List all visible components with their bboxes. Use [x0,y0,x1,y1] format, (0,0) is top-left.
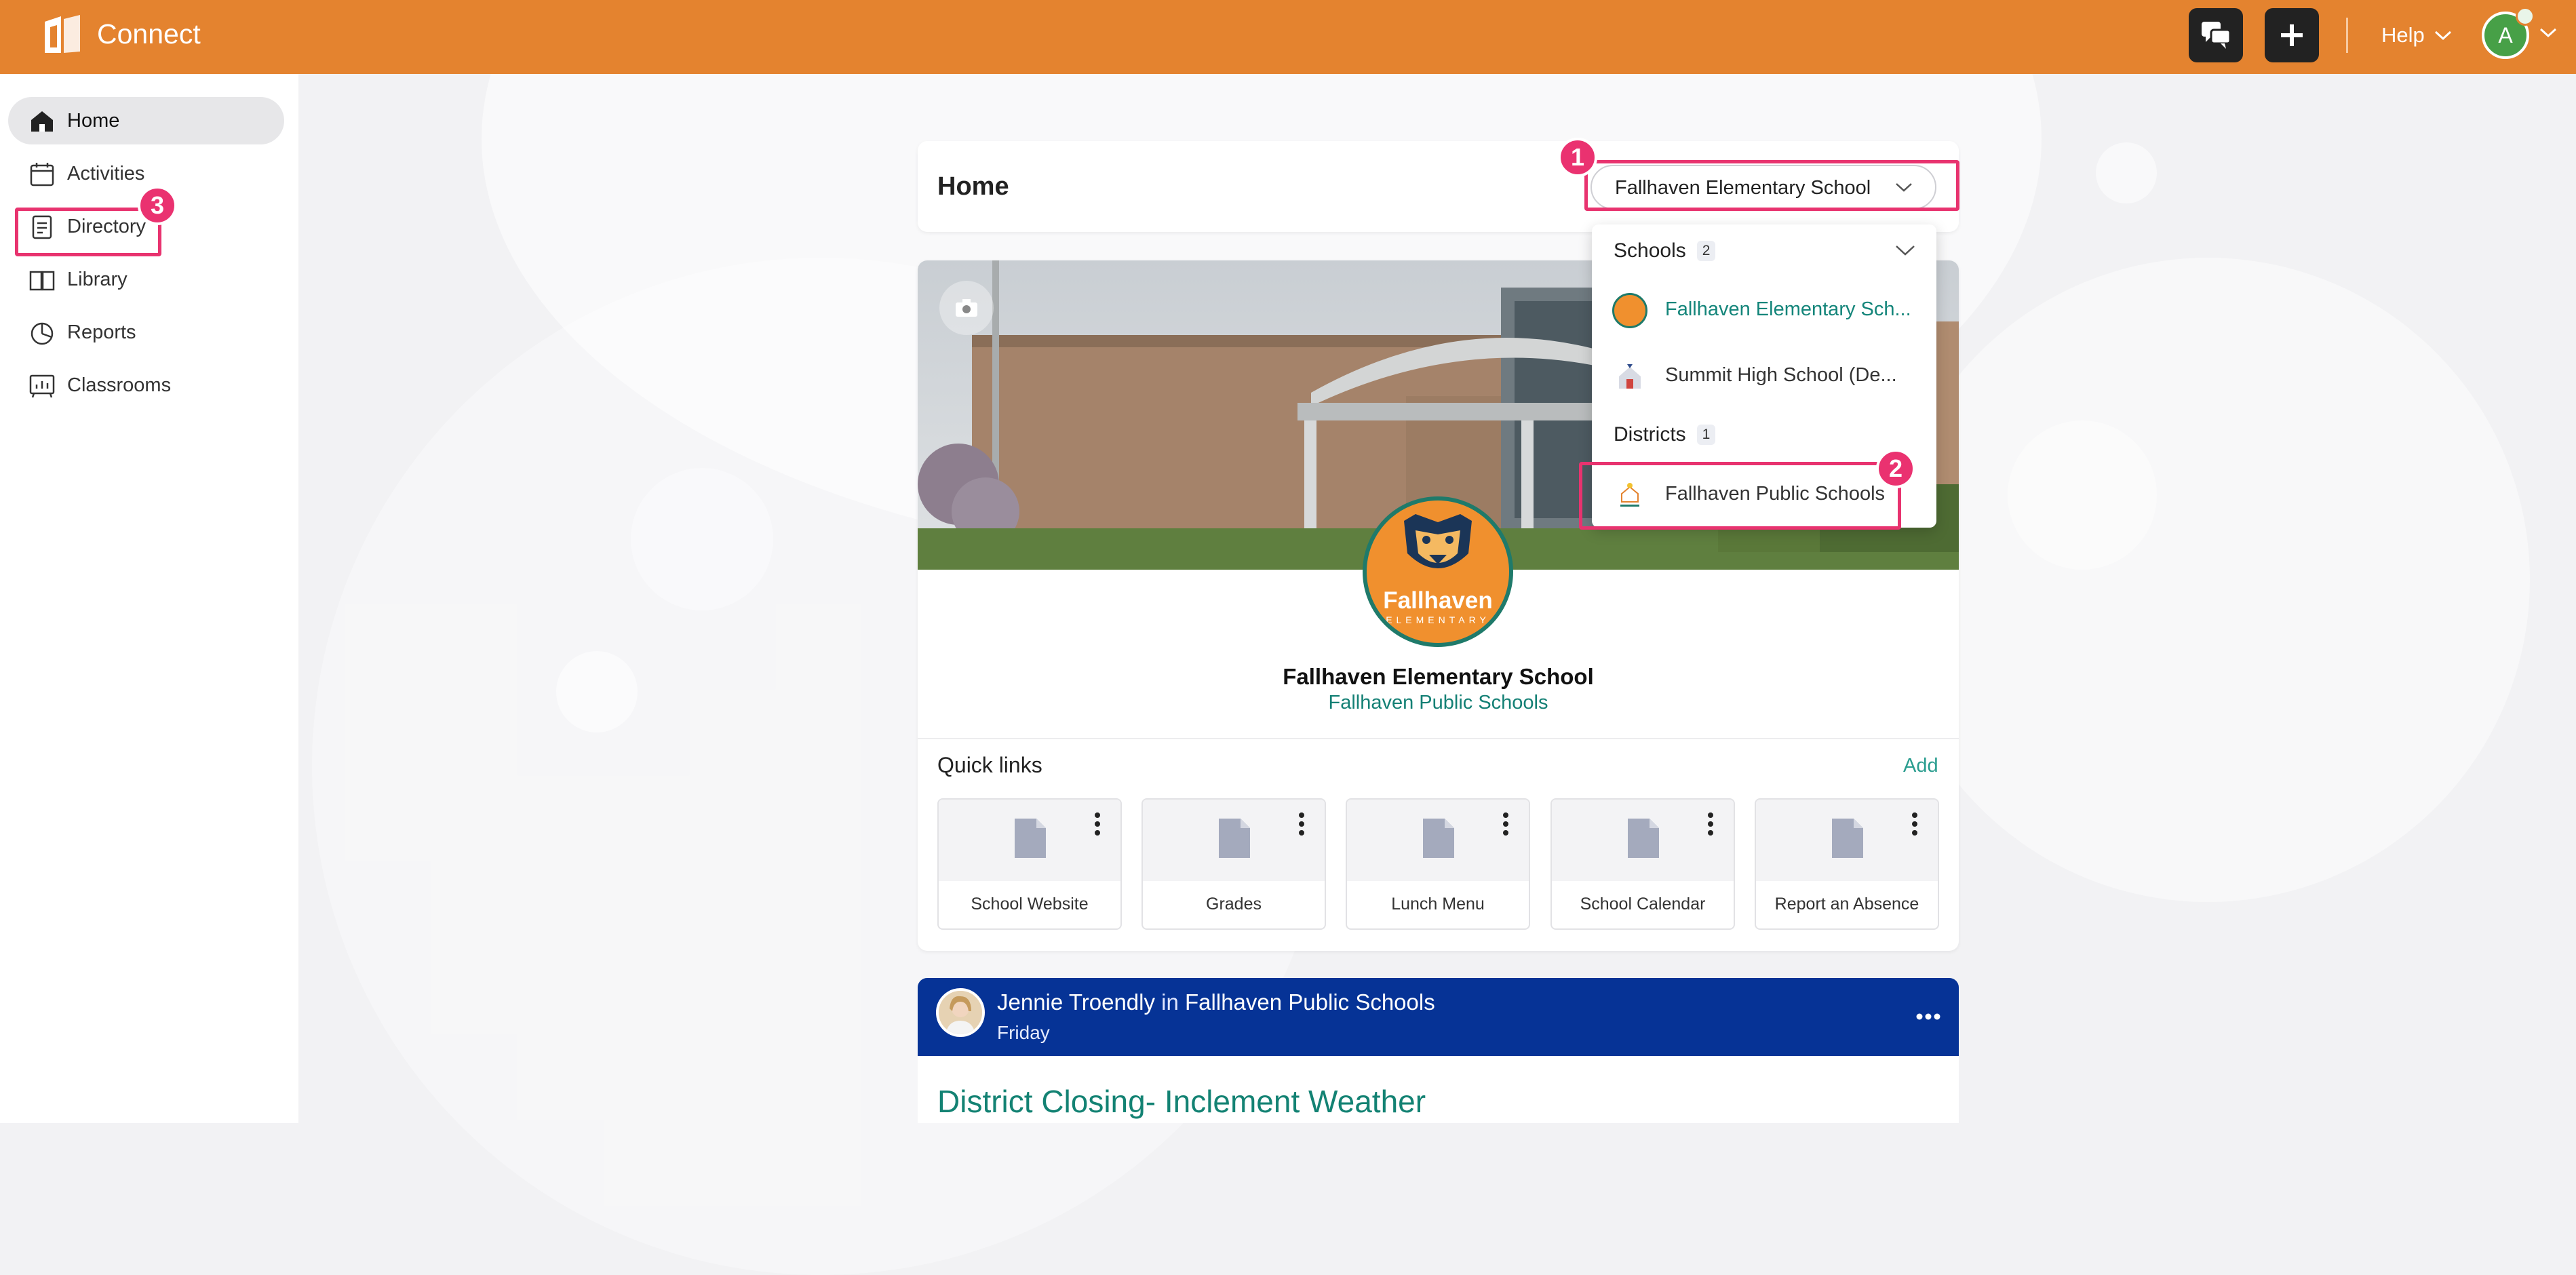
document-icon [1219,819,1250,858]
chat-bubbles-icon [2202,22,2231,49]
more-options-icon[interactable] [1916,1013,1940,1021]
schools-count: 2 [1696,241,1716,261]
school-logo: Fallhaven ELEMENTARY [1363,496,1513,647]
quick-links-title: Quick links [937,753,1042,777]
logo-school-name: Fallhaven [1383,587,1493,614]
camera-icon [956,299,977,317]
more-options-icon[interactable] [1093,812,1101,836]
add-quick-link-button[interactable]: Add [1903,753,1938,779]
top-bar: Connect Help A [0,0,2576,74]
quick-link-label: School Calendar [1580,895,1706,914]
background-circle [1886,258,2530,902]
sidebar-item-reports[interactable]: Reports [8,309,284,356]
logo-school-sub: ELEMENTARY [1386,614,1490,625]
connect-logo-icon[interactable] [41,12,84,57]
plus-icon [2281,24,2303,46]
quick-link-school-website[interactable]: School Website [937,798,1122,930]
dropdown-item-summit-high[interactable]: Summit High School (De... [1592,344,1936,406]
sidebar-item-classrooms[interactable]: Classrooms [8,361,284,409]
post-author-line: Jennie Troendly in Fallhaven Public Scho… [997,989,1435,1016]
background-circle [2096,142,2157,203]
help-menu[interactable]: Help [2381,20,2452,50]
cougar-mascot-icon [1404,514,1472,568]
pie-chart-icon [31,322,54,345]
add-button[interactable] [2265,8,2319,62]
districts-count: 1 [1696,425,1716,445]
dropdown-item-fallhaven-elementary[interactable]: Fallhaven Elementary Sch... [1592,278,1936,340]
calendar-icon [30,163,54,187]
schools-section-header[interactable]: Schools 2 [1614,238,1716,264]
districts-label: Districts [1614,423,1686,446]
quick-link-label: Grades [1206,895,1262,914]
district-link[interactable]: Fallhaven Public Schools [918,690,1959,715]
summit-high-logo-icon [1619,364,1641,389]
dropdown-item-label: Fallhaven Elementary Sch... [1665,298,1911,320]
app-name[interactable]: Connect [97,16,201,52]
step-badge-3: 3 [138,186,177,225]
districts-section-header: Districts 1 [1614,422,1716,448]
chat-button[interactable] [2189,8,2243,62]
highlight-box-district-item [1579,462,1901,530]
sidebar-item-home[interactable]: Home [8,97,284,144]
schools-label: Schools [1614,239,1686,262]
more-options-icon[interactable] [1502,812,1510,836]
quick-link-report-absence[interactable]: Report an Absence [1755,798,1939,930]
document-icon [1423,819,1454,858]
quick-link-school-calendar[interactable]: School Calendar [1550,798,1735,930]
book-icon [29,271,55,291]
online-status-dot [2516,7,2535,26]
fallhaven-elementary-logo-icon [1612,293,1647,328]
sidebar-item-label: Reports [67,321,136,343]
topbar-separator [2346,18,2348,53]
sidebar-item-label: Classrooms [67,374,172,396]
document-icon [1832,819,1863,858]
person-photo [939,991,982,1034]
background-circle [631,468,773,610]
quick-link-label: Report an Absence [1774,895,1919,914]
chevron-down-icon [2434,31,2451,41]
more-options-icon[interactable] [1911,812,1919,836]
sidebar-item-label: Library [67,269,128,290]
more-options-icon[interactable] [1297,812,1306,836]
avatar-initial: A [2498,22,2513,47]
background-circle [2008,420,2157,570]
post-author-avatar[interactable] [936,988,985,1037]
sidebar-item-label: Activities [67,163,145,184]
change-banner-button[interactable] [939,281,994,335]
help-label: Help [2381,23,2425,47]
sidebar-item-label: Home [67,110,120,132]
dropdown-item-label: Summit High School (De... [1665,364,1897,386]
more-options-icon[interactable] [1706,812,1715,836]
home-icon [31,111,53,132]
post-in-word: in [1161,989,1179,1015]
background-circle [556,651,638,732]
quick-link-label: School Website [971,895,1089,914]
document-icon [1628,819,1659,858]
quick-link-label: Lunch Menu [1391,895,1485,914]
post-title[interactable]: District Closing- Inclement Weather [937,1082,1426,1120]
document-icon [1015,819,1046,858]
classroom-icon [29,374,55,398]
quick-link-lunch-menu[interactable]: Lunch Menu [1346,798,1530,930]
chevron-down-icon[interactable] [2539,27,2557,38]
chevron-down-icon[interactable] [1894,243,1916,257]
post-date: Friday [997,1022,1050,1043]
sidebar-item-library[interactable]: Library [8,256,284,303]
step-badge-2: 2 [1876,449,1915,488]
page-title: Home [937,172,1009,201]
step-badge-1: 1 [1558,138,1597,177]
quick-link-grades[interactable]: Grades [1141,798,1326,930]
divider [918,738,1959,739]
post-group-name[interactable]: Fallhaven Public Schools [1185,989,1435,1015]
post-author-name[interactable]: Jennie Troendly [997,989,1155,1015]
highlight-box-school-selector [1584,160,1959,211]
school-name: Fallhaven Elementary School [1283,664,1594,689]
